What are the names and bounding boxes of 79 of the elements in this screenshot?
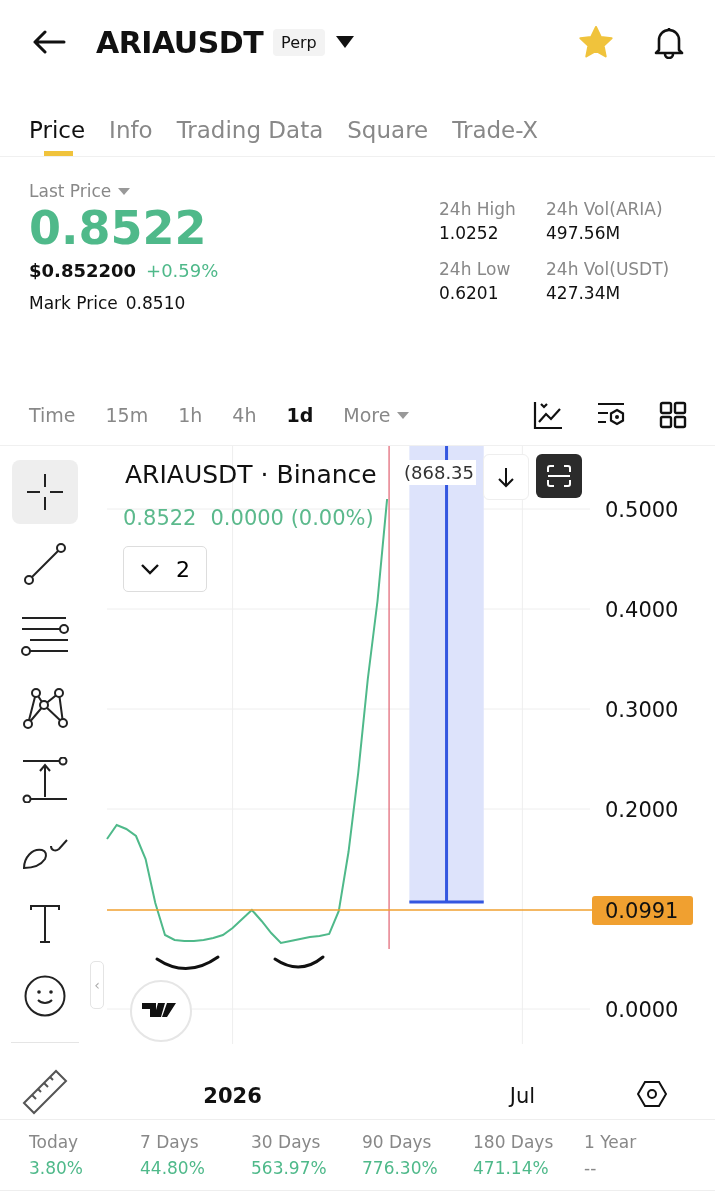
stat-value: 0.6201: [439, 283, 500, 303]
line-icon: [23, 542, 67, 586]
symbol-title: ARIAUSDT: [96, 24, 264, 60]
interval-tab[interactable]: Time: [29, 404, 86, 426]
smiley-icon: [23, 974, 67, 1018]
stat-value: 1.0252: [439, 223, 500, 243]
tab[interactable]: Trade-X: [452, 84, 539, 156]
fullscreen-button[interactable]: [536, 454, 582, 498]
period-change: 3.80%: [29, 1158, 84, 1178]
text-icon: [28, 904, 62, 944]
fullscreen-icon: [546, 464, 572, 488]
scroll-down-button[interactable]: [483, 454, 529, 500]
tab[interactable]: Info: [109, 84, 153, 156]
axis-label: Jul: [509, 1084, 536, 1108]
bell-icon[interactable]: [653, 25, 685, 59]
interval-tab[interactable]: 1h: [178, 404, 213, 426]
logo-icon[interactable]: [130, 980, 192, 1042]
last-price-label[interactable]: Last Price: [29, 181, 112, 201]
axis-label: 0.4000: [605, 598, 679, 622]
tab[interactable]: Trading Data: [176, 84, 324, 156]
stat-label: 24h Vol(ARIA): [546, 199, 664, 219]
axis-label: 0.5000: [605, 498, 679, 522]
chart-change: 0.0000 (0.00%): [210, 506, 374, 530]
period-label: 180 Days: [473, 1132, 555, 1152]
settings-icon[interactable]: [637, 1080, 667, 1108]
stat-label: 24h Vol(USDT): [546, 259, 671, 279]
perp-badge: Perp: [273, 28, 325, 56]
period-label: 90 Days: [362, 1132, 433, 1152]
period-label: 7 Days: [140, 1132, 200, 1152]
price-level-tag: 0.0991: [592, 895, 693, 925]
chart-title: ARIAUSDT · Binance: [125, 460, 377, 489]
interval-tab[interactable]: More: [343, 404, 421, 426]
parallel-lines-icon: [20, 614, 70, 658]
ref-line-label: 0.0991: [605, 898, 679, 923]
ruler-icon[interactable]: [22, 1069, 68, 1115]
star-icon[interactable]: [579, 26, 613, 58]
measure-icon: [21, 757, 69, 803]
period-change: 776.30%: [362, 1158, 439, 1178]
last-price: 0.8522: [29, 201, 208, 257]
axis-label: 0.0000: [605, 998, 679, 1022]
collapse-tab[interactable]: ‹: [90, 961, 104, 1009]
interval-tab[interactable]: 1d: [286, 404, 324, 426]
brush-stroke: [273, 955, 325, 969]
period-label: 1 Year: [584, 1132, 638, 1152]
axis-label: 2026: [203, 1084, 262, 1108]
mark-price: 0.8510: [125, 293, 186, 314]
period-label: 30 Days: [251, 1132, 322, 1152]
period-change: 44.80%: [140, 1158, 206, 1178]
stat-label: 24h High: [439, 199, 517, 219]
measure-range[interactable]: [407, 446, 486, 904]
axis-label: 0.3000: [605, 698, 679, 722]
price-change: +0.59%: [146, 260, 219, 282]
pattern-icon: [22, 686, 68, 730]
tab[interactable]: Price: [29, 84, 86, 156]
stat-value: 427.34M: [546, 283, 622, 303]
axis-label: 0.2000: [605, 798, 679, 822]
grid-icon[interactable]: [659, 401, 687, 429]
usd-price: $0.852200: [29, 260, 137, 282]
stat-label: 24h Low: [439, 259, 512, 279]
tab[interactable]: Square: [347, 84, 429, 156]
indicators-toggle[interactable]: 2: [123, 546, 207, 592]
period-change: 563.97%: [251, 1158, 328, 1178]
stat-value: 497.56M: [546, 223, 622, 243]
caret-icon: [396, 410, 411, 420]
measure-label: (868.35: [402, 460, 476, 485]
period-change: 471.14%: [473, 1158, 550, 1178]
crosshair-icon: [25, 472, 65, 512]
caret-icon[interactable]: [334, 35, 355, 49]
indicator-chart-icon[interactable]: [533, 400, 563, 430]
interval-tab[interactable]: 15m: [105, 404, 159, 426]
period-change: --: [584, 1158, 598, 1178]
down-arrow-icon: [496, 466, 516, 488]
back-icon[interactable]: [32, 30, 66, 54]
chart-last-price: 0.8522: [123, 506, 197, 530]
period-label: Today: [29, 1132, 80, 1152]
interval-tab[interactable]: 4h: [232, 404, 267, 426]
brush-stroke: [155, 955, 220, 970]
mark-price-label: Mark Price: [29, 293, 118, 314]
crosshair-tool[interactable]: [12, 460, 78, 524]
